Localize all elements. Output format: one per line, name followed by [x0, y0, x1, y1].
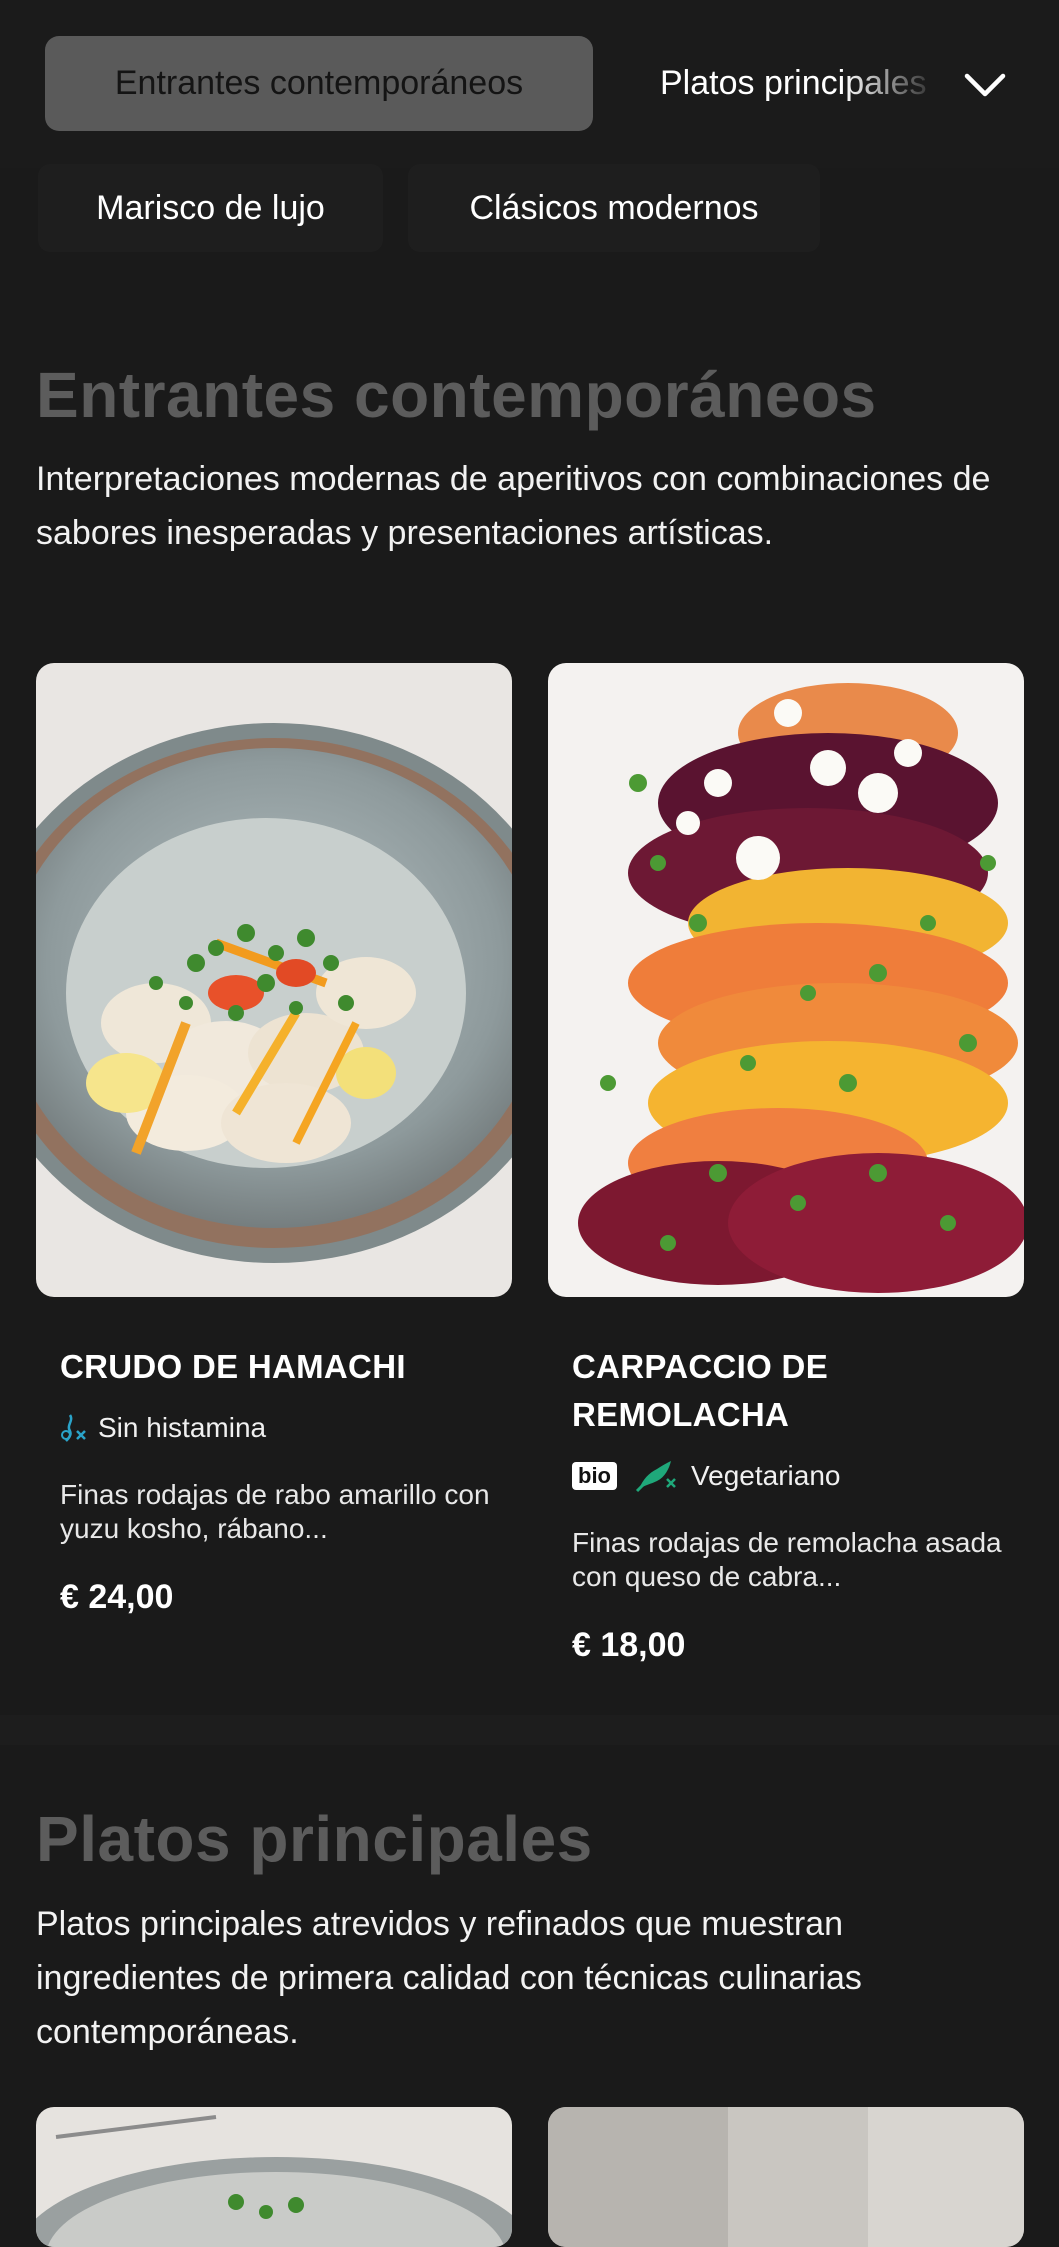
dish-image-remolacha [548, 663, 1024, 1297]
dish-image [36, 2107, 512, 2247]
category-nav: Entrantes contemporáneos Platos principa… [0, 0, 1059, 170]
section-title-platos-principales: Platos principales [36, 1803, 593, 1875]
dish-description: Finas rodajas de remolacha asada con que… [572, 1527, 1002, 1592]
section-description-platos-principales: Platos principales atrevidos y refinados… [36, 1905, 862, 2051]
bio-badge: bio [572, 1462, 617, 1490]
category-chip-clasicos[interactable]: Clásicos modernos [408, 164, 820, 252]
section-title-entrantes: Entrantes contemporáneos [36, 359, 877, 431]
dish-price: € 24,00 [60, 1578, 174, 1616]
dish-name: CARPACCIO DE REMOLACHA [572, 1348, 828, 1433]
tag-label: Vegetariano [691, 1460, 841, 1491]
menu-item-card[interactable]: CARPACCIO DE REMOLACHA bio Vegetariano F… [548, 663, 1024, 1693]
dish-image-hamachi [36, 663, 512, 1297]
category-chip-marisco[interactable]: Marisco de lujo [38, 164, 383, 252]
menu-item-card[interactable]: CRUDO DE HAMACHI Sin histamina Finas rod… [36, 663, 512, 1643]
menu-item-card[interactable] [36, 2107, 512, 2247]
category-chip-platos-principales[interactable]: Platos principales [640, 36, 940, 131]
menu-item-card[interactable] [548, 2107, 1024, 2247]
section-description-entrantes: Interpretaciones modernas de aperitivos … [36, 460, 991, 552]
dish-tags: bio Vegetariano [572, 1456, 840, 1496]
tag-label: Sin histamina [98, 1412, 267, 1443]
no-histamine-icon [61, 1414, 86, 1442]
section-divider [0, 1715, 1059, 1745]
dish-image [548, 2107, 1024, 2247]
category-chip-entrantes[interactable]: Entrantes contemporáneos [45, 36, 593, 131]
vegetarian-icon [635, 1461, 676, 1493]
dish-name: CRUDO DE HAMACHI [60, 1348, 406, 1385]
dish-description: Finas rodajas de rabo amarillo con yuzu … [60, 1479, 490, 1544]
dish-tags: Sin histamina [60, 1408, 266, 1448]
chevron-down-icon[interactable] [955, 55, 1015, 115]
dish-price: € 18,00 [572, 1626, 686, 1664]
